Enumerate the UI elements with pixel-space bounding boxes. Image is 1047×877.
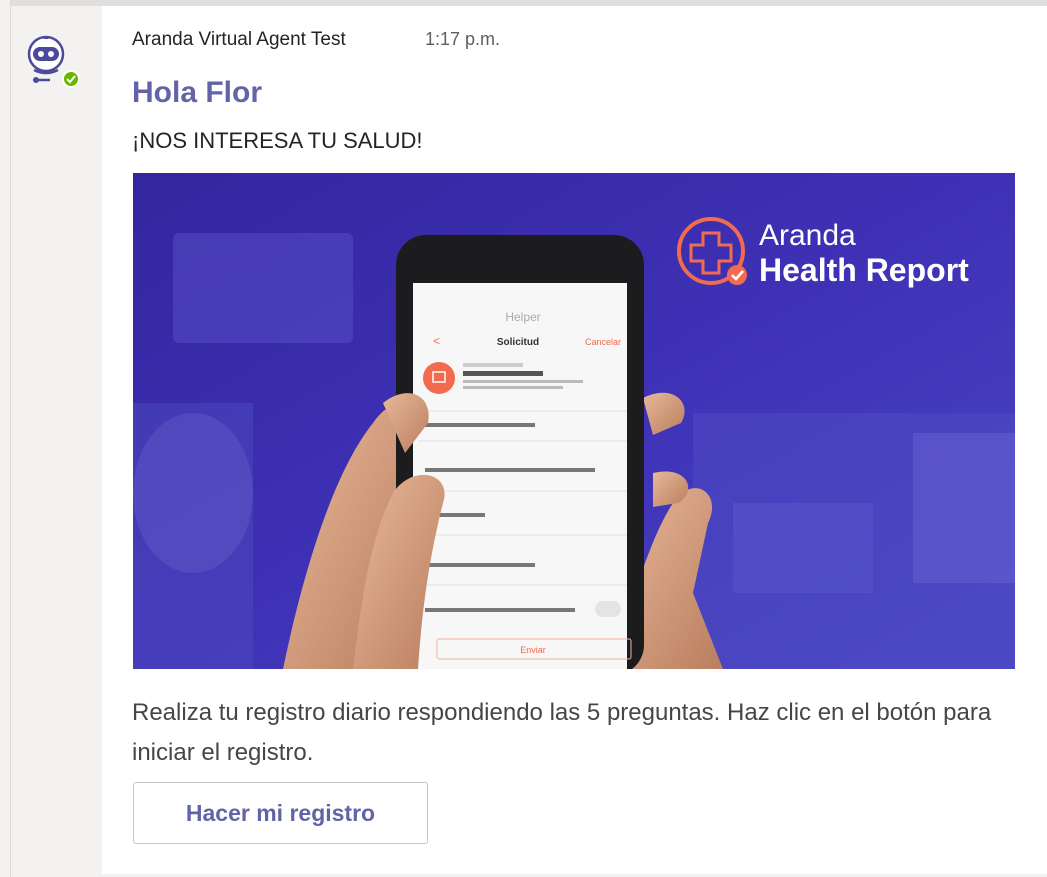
phone-app-name: Helper [505,310,540,324]
card-title: Hola Flor [132,76,263,109]
hero-illustration: Aranda Health Report Helper < Solicitud … [133,173,1015,669]
phone-screen-action: Cancelar [585,337,621,347]
online-check-icon [62,70,80,88]
chat-left-gutter [0,0,11,877]
hero-image: Aranda Health Report Helper < Solicitud … [133,173,1015,669]
hacer-mi-registro-button[interactable]: Hacer mi registro [133,782,428,844]
phone-submit-label: Enviar [520,645,546,655]
hero-brand-line2: Health Report [759,252,969,288]
message-card: Aranda Virtual Agent Test 1:17 p.m. Hola… [102,6,1047,874]
card-subtitle: ¡NOS INTERESA TU SALUD! [132,128,423,153]
phone-screen-title: Solicitud [497,337,539,348]
svg-text:<: < [433,334,440,348]
hero-brand-line1: Aranda [759,219,856,252]
sender-name: Aranda Virtual Agent Test [132,29,346,50]
message-timestamp: 1:17 p.m. [425,29,501,49]
card-body-text: Realiza tu registro diario respondiendo … [132,699,992,766]
bot-avatar[interactable] [24,34,80,88]
